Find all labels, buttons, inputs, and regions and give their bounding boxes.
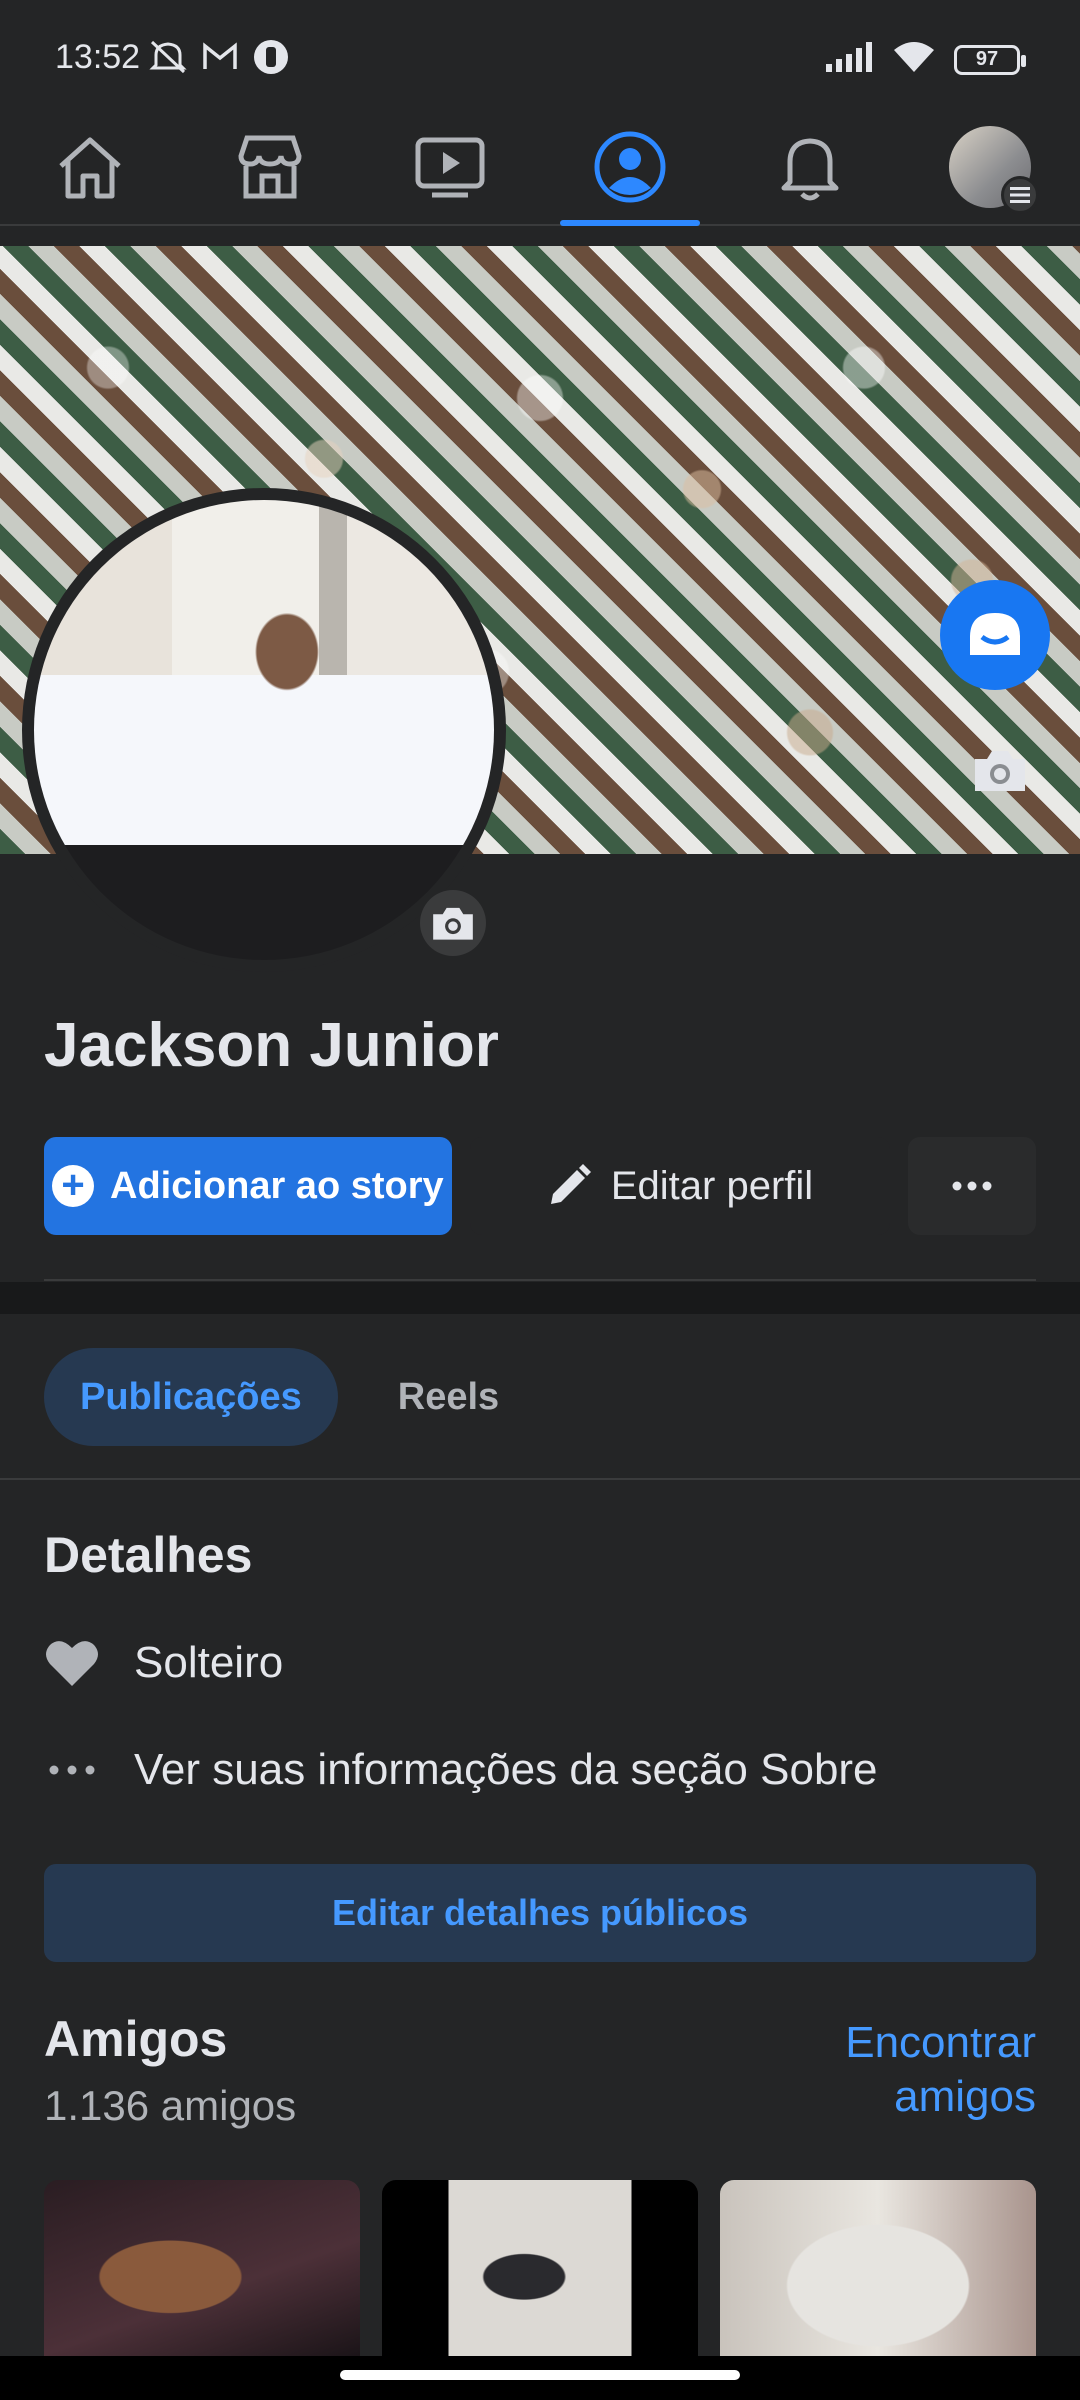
status-icons-left [148, 38, 290, 81]
relationship-status: Solteiro [134, 1638, 284, 1687]
edit-cover-camera-button[interactable] [970, 745, 1030, 795]
detail-about-link[interactable]: Ver suas informações da seção Sobre [44, 1742, 878, 1798]
battery-icon: 97 [954, 44, 1026, 75]
profile-name: Jackson Junior [44, 1011, 499, 1080]
nav-watch[interactable] [360, 110, 540, 224]
mute-icon [148, 39, 188, 80]
more-dots-icon [952, 1181, 992, 1191]
friends-heading: Amigos [44, 2011, 228, 2067]
wifi-icon [892, 40, 936, 79]
gmail-icon [202, 42, 238, 77]
status-bar: 13:52 97 [0, 0, 1080, 110]
friends-grid [44, 2180, 1036, 2356]
section-separator [0, 1282, 1080, 1314]
video-icon [415, 137, 485, 198]
profile-picture-image [34, 500, 494, 960]
top-navigation [0, 110, 1080, 226]
edit-profile-picture-button[interactable] [420, 890, 486, 956]
messenger-chat-button[interactable] [940, 580, 1050, 690]
nav-menu[interactable] [900, 110, 1080, 224]
profile-icon [594, 131, 666, 203]
tab-posts[interactable]: Publicações [44, 1348, 338, 1446]
nav-home[interactable] [0, 110, 180, 224]
details-heading: Detalhes [44, 1527, 253, 1583]
nav-notifications[interactable] [720, 110, 900, 224]
detail-relationship: Solteiro [44, 1635, 283, 1691]
home-indicator[interactable] [340, 2370, 740, 2380]
friend-thumbnail[interactable] [720, 2180, 1036, 2356]
status-time: 13:52 [55, 38, 141, 76]
store-icon [238, 135, 302, 199]
profile-actions: + Adicionar ao story Editar perfil [44, 1137, 1036, 1235]
edit-public-details-button[interactable]: Editar detalhes públicos [44, 1864, 1036, 1962]
camera-icon [975, 751, 1025, 791]
avatar-menu-icon [949, 126, 1039, 214]
pencil-icon [550, 1164, 591, 1204]
signal-icon [824, 42, 874, 77]
more-dots-icon [44, 1742, 100, 1798]
profile-tabs: Publicações Reels [44, 1348, 519, 1446]
bell-icon [781, 138, 839, 201]
friend-thumbnail[interactable] [44, 2180, 360, 2356]
find-friends-line2: amigos [894, 2072, 1036, 2121]
find-friends-link[interactable]: Encontrar amigos [776, 2016, 1036, 2124]
edit-profile-button[interactable]: Editar perfil [470, 1137, 890, 1235]
nav-marketplace[interactable] [180, 110, 360, 224]
app-icon [252, 38, 290, 81]
find-friends-line1: Encontrar [845, 2018, 1036, 2067]
friend-thumbnail[interactable] [382, 2180, 698, 2356]
about-link-label: Ver suas informações da seção Sobre [134, 1745, 878, 1794]
nav-profile[interactable] [540, 110, 720, 226]
tab-reels[interactable]: Reels [378, 1376, 519, 1419]
camera-icon [433, 907, 473, 940]
heart-icon [44, 1635, 100, 1691]
status-icons-right: 97 [824, 40, 1026, 79]
divider [0, 1478, 1080, 1480]
more-options-button[interactable] [908, 1137, 1036, 1235]
friends-count: 1.136 amigos [44, 2082, 297, 2129]
add-to-story-button[interactable]: + Adicionar ao story [44, 1137, 452, 1235]
add-to-story-label: Adicionar ao story [110, 1164, 444, 1207]
plus-icon: + [52, 1165, 94, 1207]
edit-profile-label: Editar perfil [610, 1163, 814, 1208]
messenger-icon [970, 613, 1020, 655]
battery-level: 97 [975, 48, 999, 70]
home-icon [59, 137, 121, 199]
menu-badge-icon [1001, 176, 1039, 214]
divider [44, 1279, 1036, 1281]
